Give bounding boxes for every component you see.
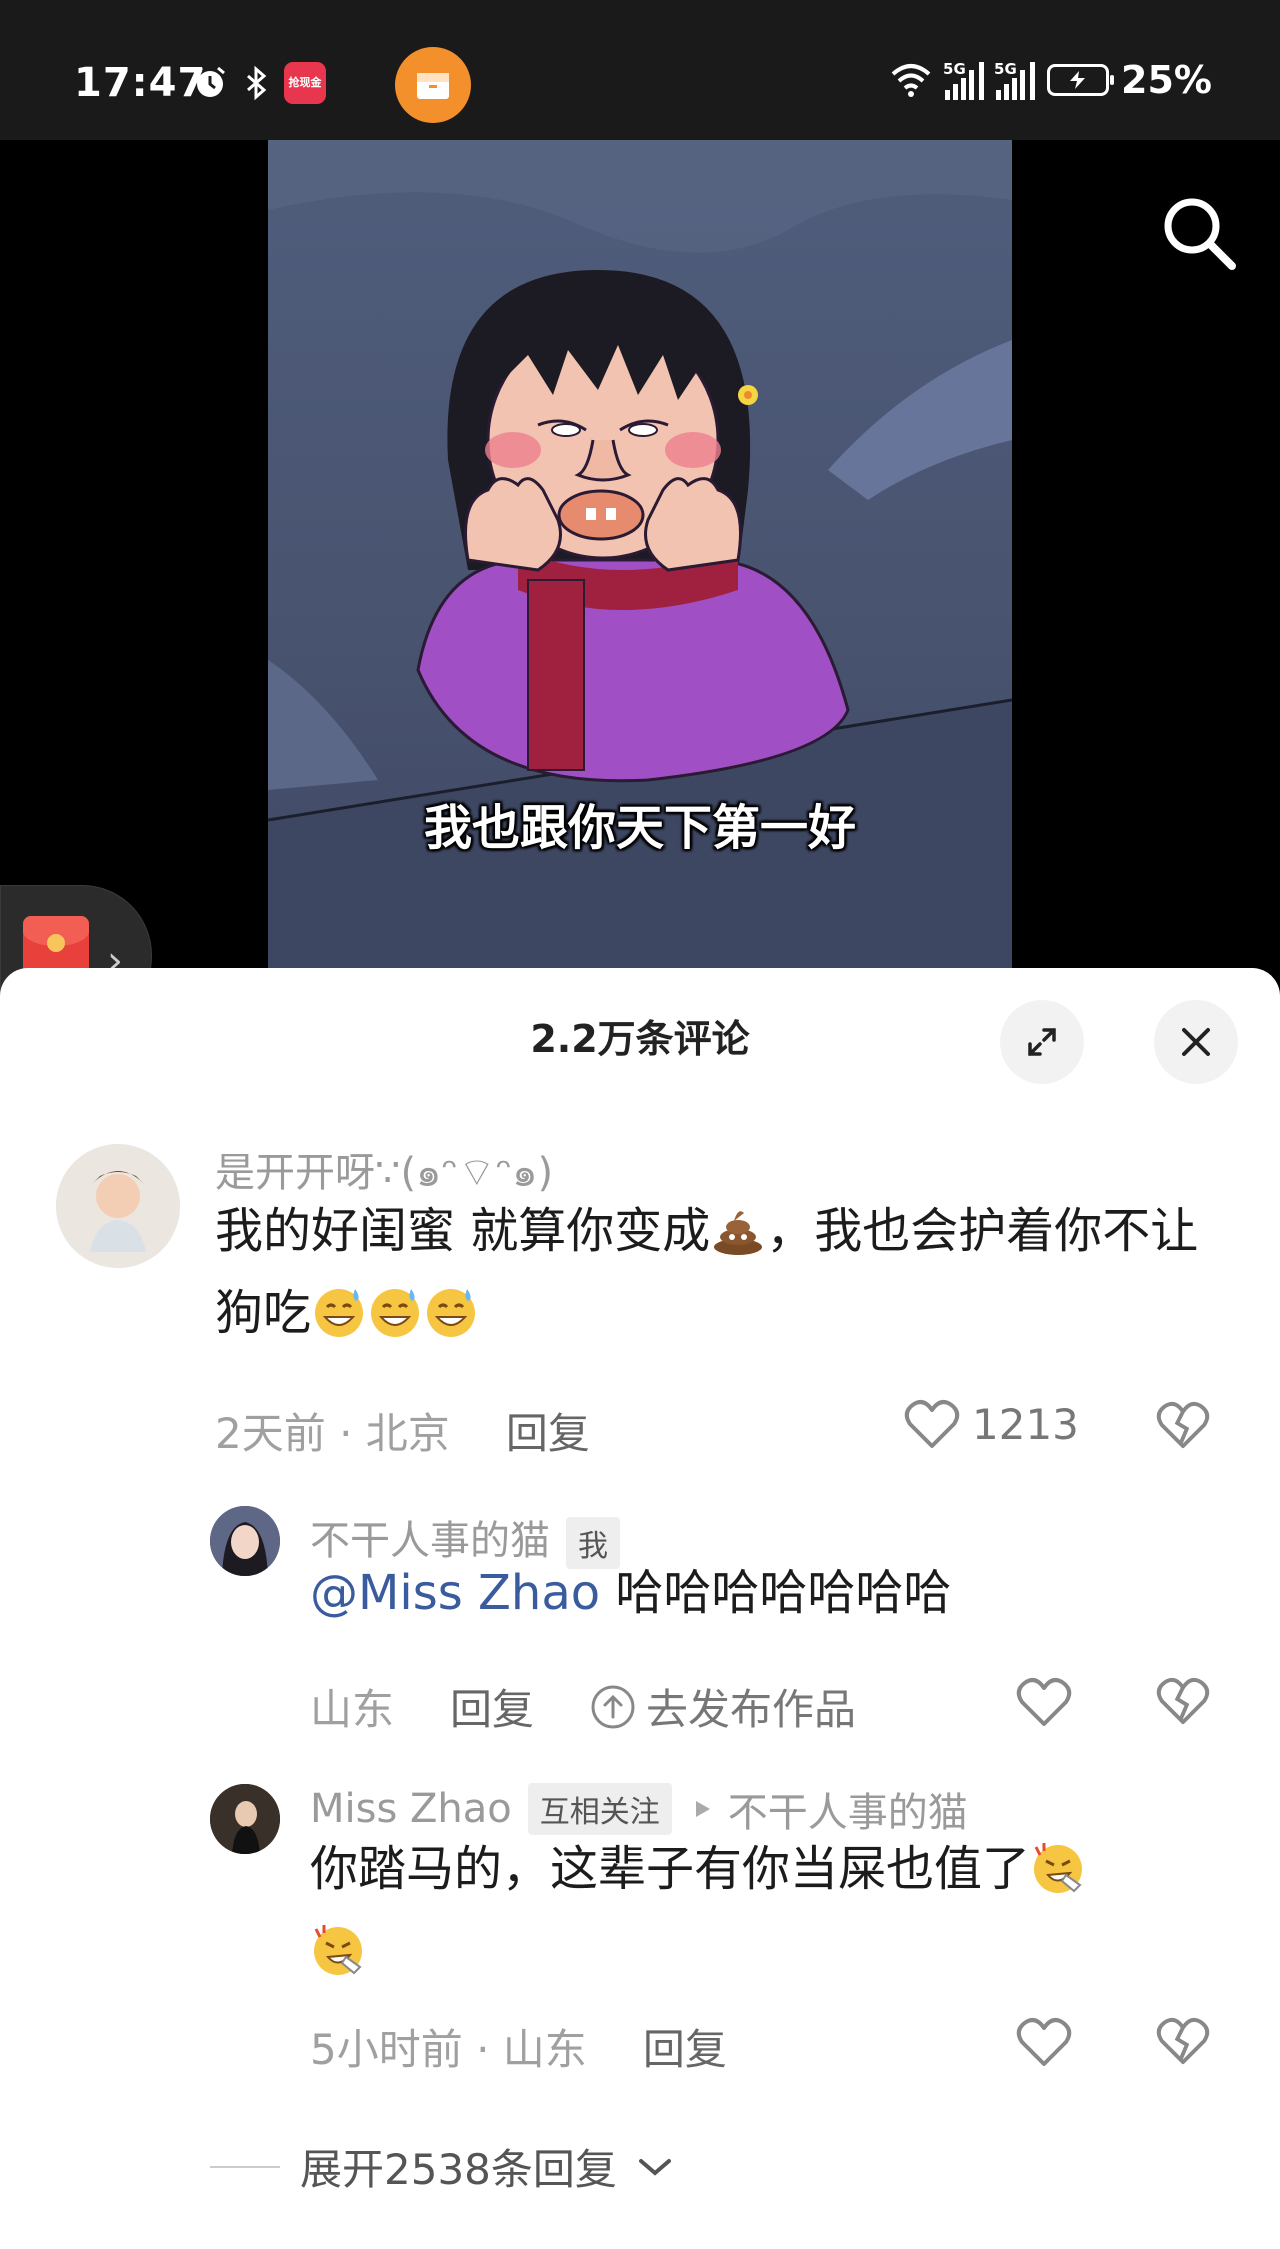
app-notification-badge: 抢现金 [284, 62, 326, 104]
comment-text: 我的好闺蜜 就算你变成 ，我也会护着你不让狗吃 [215, 1203, 1199, 1341]
video-caption: 我也跟你天下第一好 [423, 800, 856, 856]
play-triangle-icon [695, 1801, 710, 1817]
avatar[interactable] [210, 1784, 280, 1854]
divider [210, 2165, 280, 2168]
broken-heart-icon[interactable] [1156, 1676, 1210, 1726]
video-player[interactable]: 我也跟你天下第一好 › [0, 140, 1280, 1027]
like-button[interactable]: 1213 [904, 1398, 1079, 1450]
comment-meta: 2天前 · 北京 回复 [215, 1409, 590, 1458]
mocking-laugh-emoji-icon [1034, 1843, 1083, 1893]
heart-icon[interactable] [1016, 2016, 1072, 2068]
battery-icon [1047, 64, 1115, 96]
mention-link[interactable]: @Miss Zhao [310, 1565, 600, 1621]
signal-icon: 5G [994, 60, 1036, 100]
publish-work-button[interactable]: 去发布作品 [590, 1676, 856, 1737]
expand-sheet-button[interactable] [1000, 1000, 1084, 1084]
battery-percent: 25% [1121, 58, 1212, 102]
close-icon [1182, 1028, 1210, 1056]
reply-button[interactable]: 回复 [506, 1409, 590, 1458]
like-count: 1213 [972, 1399, 1079, 1449]
broken-heart-icon[interactable] [1156, 2016, 1210, 2066]
bluetooth-icon [247, 65, 267, 101]
comments-count-title: 2.2万条评论 [530, 1017, 750, 1061]
status-bar: 17:47 抢现金 5G 5G 25% [0, 0, 1280, 140]
comments-sheet: 2.2万条评论 是开开呀∵(๑ᵔ⌔ᵔ๑) 我的好闺蜜 就算你变成 ，我也会护着你… [0, 968, 1280, 2249]
reply-username[interactable]: Miss Zhao [310, 1786, 512, 1832]
expand-replies-button[interactable]: 展开2538条回复 [210, 2136, 673, 2197]
status-right-icons: 5G 5G 25% [889, 58, 1212, 102]
wifi-icon [891, 64, 931, 97]
video-frame[interactable]: 我也跟你天下第一好 [268, 140, 1012, 970]
broken-heart-icon[interactable] [1156, 1400, 1210, 1450]
reply-text: @Miss Zhao 哈哈哈哈哈哈哈 [310, 1565, 952, 1621]
avatar[interactable] [210, 1506, 280, 1576]
search-icon[interactable] [1154, 188, 1244, 278]
signal-icon: 5G [943, 60, 985, 100]
mocking-laugh-emoji-icon [314, 1925, 362, 1975]
grin-sweat-emoji-icon [315, 1289, 364, 1337]
reply-text: 你踏马的，这辈子有你当屎也值了 [310, 1828, 1190, 1992]
close-sheet-button[interactable] [1154, 1000, 1238, 1084]
heart-icon[interactable] [1016, 1676, 1072, 1728]
reply-button[interactable]: 回复 [450, 1676, 534, 1737]
box-icon [417, 73, 449, 99]
reply-meta: 5小时前 · 山东 回复 [310, 2025, 727, 2074]
box-shortcut-button[interactable] [395, 47, 471, 123]
heart-icon [904, 1400, 960, 1448]
grin-sweat-emoji-icon [371, 1289, 420, 1337]
grin-sweat-emoji-icon [427, 1289, 476, 1337]
reply-button[interactable]: 回复 [643, 2025, 727, 2074]
expand-icon [1028, 1028, 1056, 1056]
avatar[interactable] [56, 1144, 180, 1268]
status-left-icons: 抢现金 [192, 62, 326, 104]
alarm-icon [195, 66, 225, 97]
status-time: 17:47 [74, 60, 207, 106]
chevron-down-icon [638, 2158, 671, 2176]
reply-meta: 山东 回复 去发布作品 [310, 1676, 856, 1737]
upload-icon [591, 1685, 635, 1728]
poop-emoji-icon [714, 1211, 763, 1255]
expand-replies-label: 展开2538条回复 [300, 2145, 617, 2194]
